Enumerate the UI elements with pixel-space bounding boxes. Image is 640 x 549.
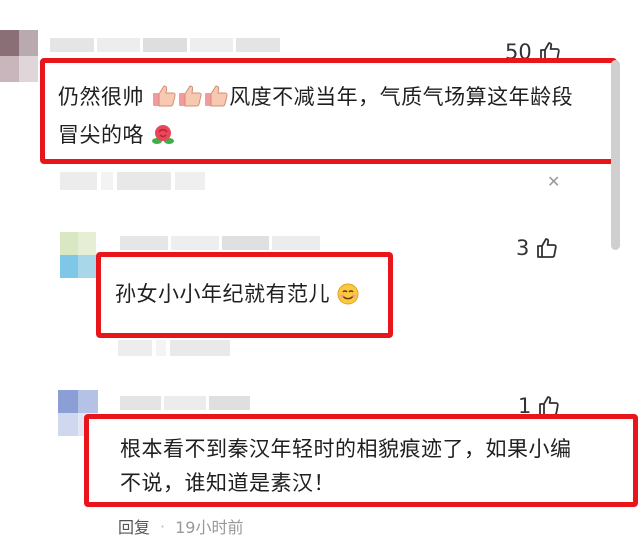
meta-blurred <box>118 340 238 356</box>
smile-emoji <box>337 281 359 315</box>
meta-separator: · <box>160 516 166 536</box>
avatar[interactable] <box>60 232 96 278</box>
thumbs-up-emoji <box>177 84 203 118</box>
scrollbar[interactable] <box>611 60 620 250</box>
username-blurred <box>120 236 320 250</box>
comment-text: 孙女小小年纪就有范儿 <box>115 277 359 315</box>
thumbs-up-icon <box>537 238 558 258</box>
like-button[interactable]: 3 <box>516 236 559 260</box>
username-blurred <box>50 38 280 52</box>
meta-blurred <box>60 172 206 190</box>
reply-button[interactable]: 回复 <box>118 514 150 538</box>
username-blurred <box>120 396 250 410</box>
avatar[interactable] <box>0 30 38 82</box>
comment-meta: 回复 · 19小时前 <box>118 514 243 538</box>
comment-time: 19小时前 <box>175 518 244 537</box>
comment-text: 仍然很帅 风度不减当年，气质气场算这年龄段冒尖的咯 <box>58 80 578 156</box>
like-count: 3 <box>516 236 530 260</box>
thumbs-up-emoji <box>151 84 177 118</box>
rose-emoji <box>151 122 175 156</box>
thumbs-up-emoji <box>203 84 229 118</box>
comment-text: 根本看不到秦汉年轻时的相貌痕迹了，如果小编不说，谁知道是素汉！ <box>120 437 572 495</box>
close-icon[interactable]: ✕ <box>547 172 560 191</box>
